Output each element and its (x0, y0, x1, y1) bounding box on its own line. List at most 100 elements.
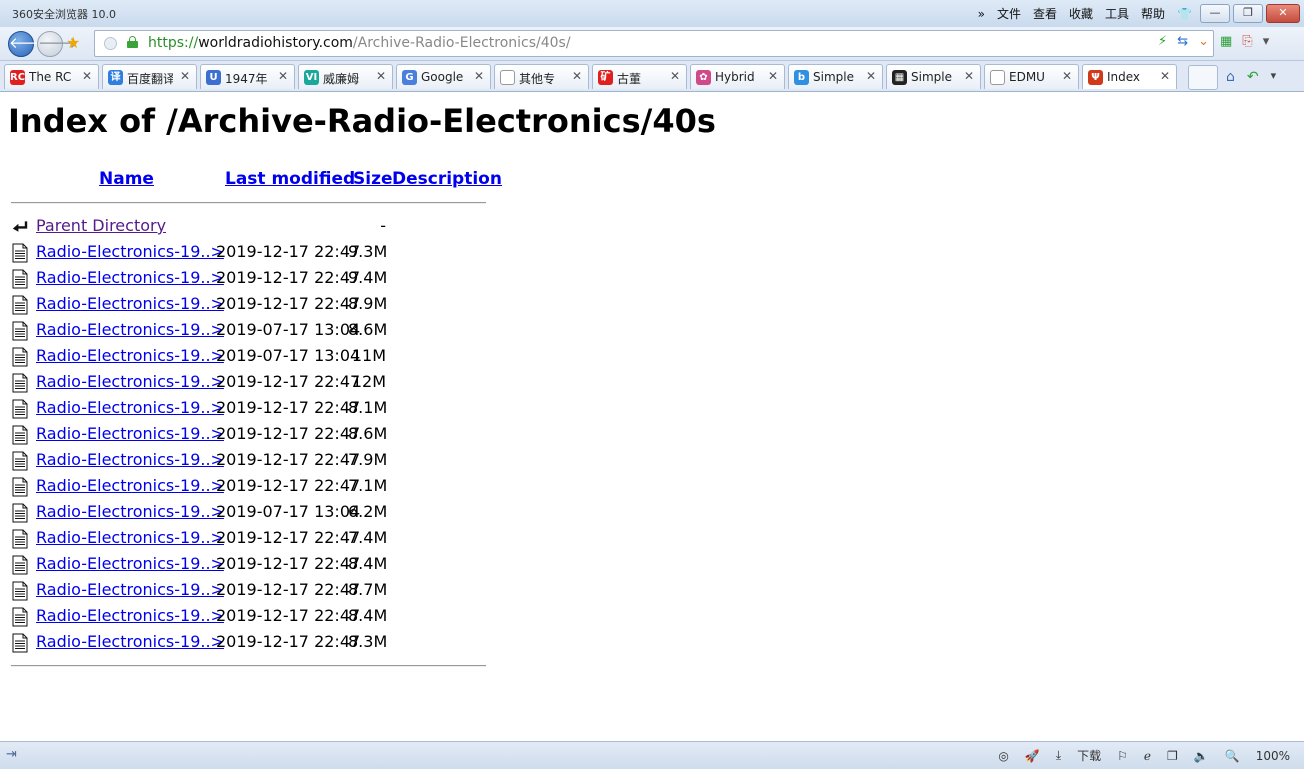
file-link[interactable]: Radio-Electronics-19..> (36, 294, 224, 313)
rocket-icon[interactable]: 🚀 (1025, 749, 1040, 763)
tab-11[interactable]: Ψ Index ✕ (1082, 64, 1177, 89)
tab-10[interactable]: EDMU ✕ (984, 64, 1079, 89)
file-size: 8.3M (348, 632, 388, 651)
file-size: 8.4M (348, 554, 388, 573)
column-size-link[interactable]: Size (353, 169, 393, 189)
volume-icon[interactable]: 🔈 (1194, 749, 1209, 763)
tab-9[interactable]: ▦ Simple ✕ (886, 64, 981, 89)
column-modified-link[interactable]: Last modified (225, 169, 355, 189)
download-icon[interactable]: ⤓ (1056, 748, 1061, 763)
file-link[interactable]: Radio-Electronics-19..> (36, 424, 224, 443)
menu-file[interactable]: 文件 (997, 5, 1021, 22)
tab-close-icon[interactable]: ✕ (376, 69, 386, 83)
windows-icon[interactable]: ❐ (1167, 749, 1178, 763)
file-size: 8.6M (348, 424, 388, 443)
file-size: 8.1M (348, 398, 388, 417)
tab-close-icon[interactable]: ✕ (866, 69, 876, 83)
compass-icon[interactable]: ◎ (998, 749, 1008, 763)
file-link[interactable]: Radio-Electronics-19..> (36, 528, 224, 547)
tab-close-icon[interactable]: ✕ (572, 69, 582, 83)
column-name-link[interactable]: Name (99, 169, 154, 189)
forward-button[interactable]: 🡒 (37, 31, 78, 57)
tab-close-icon[interactable]: ✕ (1160, 69, 1170, 83)
minimize-button[interactable]: — (1200, 4, 1230, 23)
new-tab-button[interactable] (1188, 65, 1218, 90)
sidebar-toggle-icon[interactable]: ⇥ (6, 747, 17, 762)
file-link[interactable]: Radio-Electronics-19..> (36, 632, 224, 651)
home-icon[interactable]: ⌂ (1226, 69, 1235, 85)
file-link[interactable]: Radio-Electronics-19..> (36, 476, 224, 495)
status-bar: ⇥ ◎ 🚀 ⤓ 下载 ⚐ ℯ ❐ 🔈 🔍 100% (0, 741, 1304, 769)
apps-grid-icon[interactable]: ▦ (1220, 34, 1232, 49)
file-link[interactable]: Radio-Electronics-19..> (36, 450, 224, 469)
tab-favicon-icon: 译 (108, 70, 123, 85)
favorite-star-icon[interactable]: ★ (66, 33, 80, 52)
file-link[interactable]: Radio-Electronics-19..> (36, 606, 224, 625)
menu-view[interactable]: 查看 (1033, 5, 1057, 22)
file-link[interactable]: Radio-Electronics-19..> (36, 346, 224, 365)
tab-favicon-icon (990, 70, 1005, 85)
flag-icon[interactable]: ⚐ (1117, 749, 1128, 763)
speed-mode-icon[interactable]: ⚡ (1158, 34, 1167, 49)
file-link[interactable]: Radio-Electronics-19..> (36, 502, 224, 521)
back-button[interactable]: 🡐 (8, 31, 49, 57)
file-link[interactable]: Radio-Electronics-19..> (36, 242, 224, 261)
file-row: Radio-Electronics-19..> 2019-12-17 22:47 7… (0, 527, 500, 553)
address-bar[interactable]: https://worldradiohistory.com/Archive-Ra… (94, 30, 1214, 57)
toolbar-menu-chevron-icon[interactable]: ▾ (1263, 34, 1270, 49)
tab-menu-chevron-icon[interactable]: ▾ (1271, 69, 1277, 85)
close-button[interactable]: ✕ (1266, 4, 1300, 23)
parent-size: - (380, 216, 386, 235)
tab-label: Index (1107, 70, 1141, 84)
file-link[interactable]: Radio-Electronics-19..> (36, 398, 224, 417)
parent-directory-link[interactable]: Parent Directory (36, 216, 166, 235)
file-row: Radio-Electronics-19..> 2019-12-17 22:47 9… (0, 241, 500, 267)
tab-favicon-icon: G (402, 70, 417, 85)
ie-icon[interactable]: ℯ (1144, 749, 1151, 763)
site-info-icon[interactable] (104, 37, 117, 50)
tab-label: Simple (813, 70, 854, 84)
tab-0[interactable]: RC The RC ✕ (4, 64, 99, 89)
tab-3[interactable]: VI 威廉姆 ✕ (298, 64, 393, 89)
restore-button[interactable]: ❐ (1233, 4, 1263, 23)
tab-close-icon[interactable]: ✕ (180, 69, 190, 83)
lock-icon (127, 36, 138, 48)
menu-favorites[interactable]: 收藏 (1069, 5, 1093, 22)
tab-8[interactable]: b Simple ✕ (788, 64, 883, 89)
download-label[interactable]: 下载 (1077, 747, 1101, 764)
url-text[interactable]: https://worldradiohistory.com/Archive-Ra… (148, 35, 571, 51)
undo-close-icon[interactable]: ↶ (1247, 69, 1259, 85)
tab-1[interactable]: 译百度翻译 ✕ (102, 64, 197, 89)
file-link[interactable]: Radio-Electronics-19..> (36, 320, 224, 339)
file-link[interactable]: Radio-Electronics-19..> (36, 554, 224, 573)
file-link[interactable]: Radio-Electronics-19..> (36, 372, 224, 391)
tab-7[interactable]: ✿ Hybrid ✕ (690, 64, 785, 89)
tab-close-icon[interactable]: ✕ (670, 69, 680, 83)
zoom-icon[interactable]: 🔍 (1225, 749, 1240, 763)
tab-favicon-icon: b (794, 70, 809, 85)
menu-tools[interactable]: 工具 (1105, 5, 1129, 22)
dropdown-chevron-icon[interactable]: ⌄ (1198, 34, 1209, 49)
tab-close-icon[interactable]: ✕ (964, 69, 974, 83)
tab-close-icon[interactable]: ✕ (768, 69, 778, 83)
tab-6[interactable]: 矿古董 ✕ (592, 64, 687, 89)
menu-help[interactable]: 帮助 (1141, 5, 1165, 22)
file-link[interactable]: Radio-Electronics-19..> (36, 268, 224, 287)
document-icon (12, 633, 28, 653)
tab-close-icon[interactable]: ✕ (1062, 69, 1072, 83)
address-bar-tools: ⚡ ⇆ ⌄ (1158, 34, 1209, 49)
skin-icon[interactable]: 👕 (1177, 7, 1192, 21)
zoom-level[interactable]: 100% (1256, 749, 1290, 763)
tab-close-icon[interactable]: ✕ (474, 69, 484, 83)
tab-4[interactable]: G Google ✕ (396, 64, 491, 89)
pdf-icon[interactable]: ⎘ (1242, 34, 1252, 49)
reload-icon[interactable]: ⇆ (1177, 34, 1188, 49)
tab-2[interactable]: U 1947年 ✕ (200, 64, 295, 89)
tab-close-icon[interactable]: ✕ (82, 69, 92, 83)
menu-more[interactable]: » (978, 7, 985, 21)
tab-favicon-icon: VI (304, 70, 319, 85)
tab-5[interactable]: 其他专 ✕ (494, 64, 589, 89)
file-link[interactable]: Radio-Electronics-19..> (36, 580, 224, 599)
column-description-link[interactable]: Description (392, 169, 502, 189)
tab-close-icon[interactable]: ✕ (278, 69, 288, 83)
